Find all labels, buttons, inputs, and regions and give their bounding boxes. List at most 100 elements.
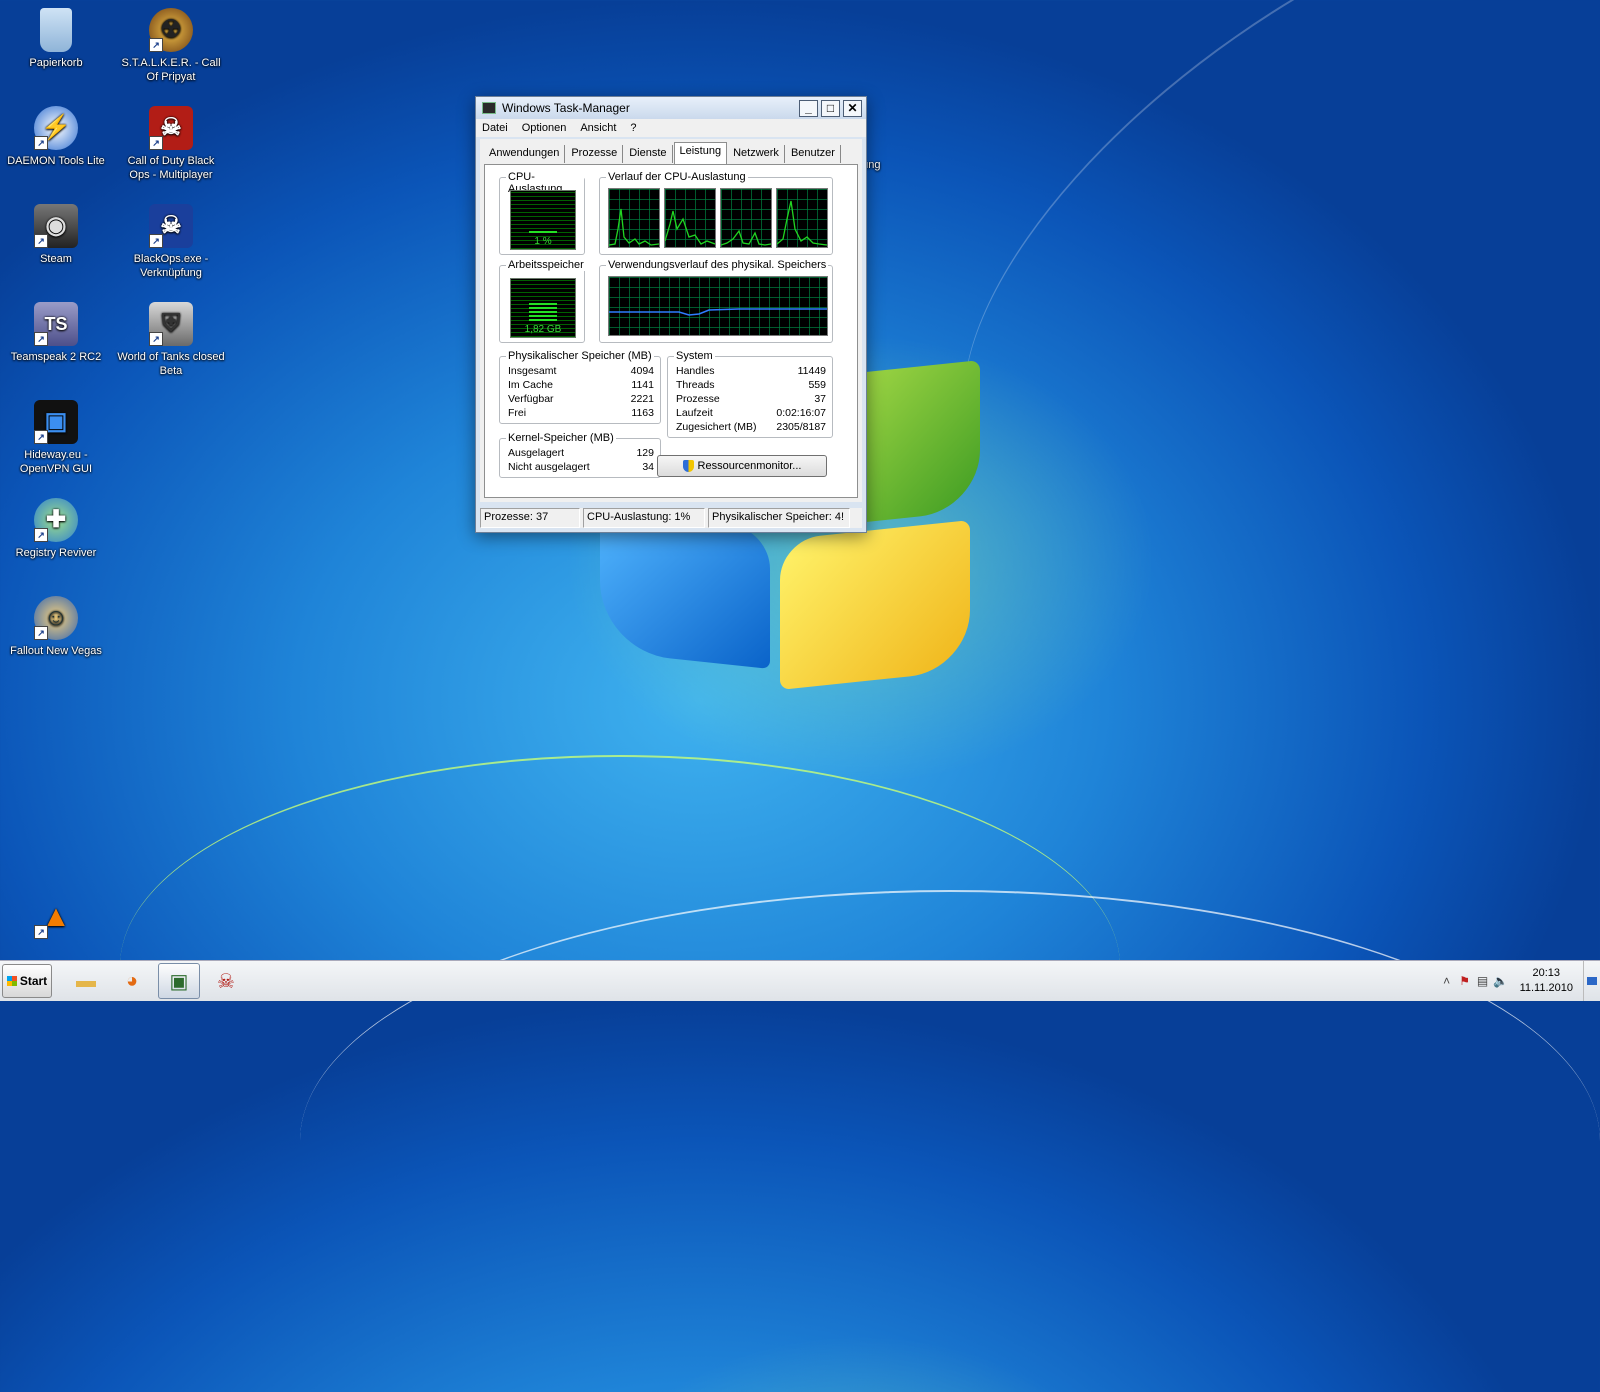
tab-strip: Anwendungen Prozesse Dienste Leistung Ne… xyxy=(484,142,842,165)
status-bar: Prozesse: 37 CPU-Auslastung: 1% Physikal… xyxy=(480,508,862,528)
stat-label: Frei xyxy=(508,407,527,419)
desktop-icon-registry-reviver[interactable]: ✚ ↗ Registry Reviver xyxy=(1,498,111,560)
taskbar-task-manager[interactable]: ▣ xyxy=(158,963,200,999)
action-center-icon[interactable]: ⚑ xyxy=(1456,974,1474,988)
desktop-icon-label: World of Tanks closed Beta xyxy=(117,351,225,377)
volume-icon[interactable]: 🔈 xyxy=(1492,974,1510,988)
resource-monitor-button[interactable]: Ressourcenmonitor... xyxy=(657,455,827,477)
group-label: System xyxy=(674,350,715,362)
memory-history-group: Verwendungsverlauf des physikal. Speiche… xyxy=(599,259,833,343)
stat-label: Verfügbar xyxy=(508,393,554,405)
memory-group: Arbeitsspeicher 1,82 GB xyxy=(499,259,586,343)
cod-skull-icon: ☠ ↗ xyxy=(149,204,193,248)
desktop-icon-fallout[interactable]: ☺ ↗ Fallout New Vegas xyxy=(1,596,111,658)
logo-pane-blue xyxy=(600,511,770,669)
stat-value: 1163 xyxy=(631,407,654,419)
desktop-icon-openvpn[interactable]: ▣ ↗ Hideway.eu - OpenVPN GUI xyxy=(1,400,111,476)
stat-label: Threads xyxy=(676,379,715,391)
tab-leistung[interactable]: Leistung xyxy=(673,142,728,165)
cpu-core-graph-4 xyxy=(776,188,828,248)
group-label: Verwendungsverlauf des physikal. Speiche… xyxy=(606,259,829,271)
minimize-button[interactable]: _ xyxy=(799,99,818,117)
stat-row: Handles 11449 xyxy=(676,365,826,379)
cpu-history-group: Verlauf der CPU-Auslastung xyxy=(599,171,833,255)
tab-dienste[interactable]: Dienste xyxy=(624,145,673,163)
menu-bar: Datei Optionen Ansicht ? xyxy=(476,119,866,137)
stat-row: Ausgelagert 129 xyxy=(508,447,654,461)
stat-label: Prozesse xyxy=(676,393,720,405)
desktop-icon-vlc[interactable]: ▲ ↗ xyxy=(1,895,111,943)
clock[interactable]: 20:13 11.11.2010 xyxy=(1520,966,1573,996)
tab-netzwerk[interactable]: Netzwerk xyxy=(728,145,785,163)
desktop-icon-cod-multiplayer[interactable]: ☠ ↗ Call of Duty Black Ops - Multiplayer xyxy=(116,106,226,182)
system-group: System Handles 11449 Threads 559 Prozesse 3… xyxy=(667,350,833,438)
menu-datei[interactable]: Datei xyxy=(482,122,508,134)
folder-icon: ▬ xyxy=(76,969,96,992)
desktop-icon-label: Fallout New Vegas xyxy=(10,645,102,657)
desktop-icon-recycle-bin[interactable]: Papierkorb xyxy=(1,8,111,70)
desktop-icon-teamspeak[interactable]: TS ↗ Teamspeak 2 RC2 xyxy=(1,302,111,364)
taskbar-black-ops[interactable]: ☠ xyxy=(206,964,246,998)
stat-value: 129 xyxy=(636,447,654,459)
desktop-icon-blackops[interactable]: ☠ ↗ BlackOps.exe - Verknüpfung xyxy=(116,204,226,280)
close-button[interactable]: ✕ xyxy=(843,99,862,117)
memory-meter-fill xyxy=(529,303,557,321)
stat-row: Im Cache 1141 xyxy=(508,379,654,393)
desktop-icon-label: Teamspeak 2 RC2 xyxy=(10,351,102,363)
cod-skull-icon: ☠ ↗ xyxy=(149,106,193,150)
recycle-bin-icon xyxy=(40,8,72,52)
tab-benutzer[interactable]: Benutzer xyxy=(786,145,841,163)
task-manager-body: Anwendungen Prozesse Dienste Leistung Ne… xyxy=(480,139,862,502)
taskbar-explorer[interactable]: ▬ xyxy=(66,964,106,998)
network-icon[interactable]: ▤ xyxy=(1474,974,1492,988)
title-bar[interactable]: Windows Task-Manager _ □ ✕ xyxy=(476,97,866,119)
steam-icon: ◉ ↗ xyxy=(34,204,78,248)
physical-memory-group: Physikalischer Speicher (MB) Insgesamt 40… xyxy=(499,350,661,424)
stat-label: Insgesamt xyxy=(508,365,557,377)
shortcut-arrow-icon: ↗ xyxy=(34,136,48,150)
desktop-icon-stalker[interactable]: ☢ ↗ S.T.A.L.K.E.R. - Call Of Pripyat xyxy=(116,8,226,84)
resource-monitor-label: Ressourcenmonitor... xyxy=(697,460,802,472)
shortcut-arrow-icon: ↗ xyxy=(34,234,48,248)
desktop-icon-label: BlackOps.exe - Verknüpfung xyxy=(133,253,209,279)
stat-row: Frei 1163 xyxy=(508,407,654,421)
stat-row: Verfügbar 2221 xyxy=(508,393,654,407)
show-desktop-button[interactable] xyxy=(1583,961,1600,1001)
menu-optionen[interactable]: Optionen xyxy=(522,122,567,134)
desktop-icon-world-of-tanks[interactable]: ⛨ ↗ World of Tanks closed Beta xyxy=(116,302,226,378)
uac-shield-icon xyxy=(682,460,694,472)
desktop-icon-label: Registry Reviver xyxy=(15,547,97,559)
desktop-icon-label: Hideway.eu - OpenVPN GUI xyxy=(19,449,93,475)
group-label: Kernel-Speicher (MB) xyxy=(506,432,616,444)
stat-label: Nicht ausgelagert xyxy=(508,461,590,473)
shortcut-arrow-icon: ↗ xyxy=(149,234,163,248)
cpu-meter: 1 % xyxy=(510,190,576,250)
stat-value: 11449 xyxy=(797,365,826,377)
memory-history-graph xyxy=(608,276,828,336)
cpu-meter-value: 1 % xyxy=(534,236,552,247)
stat-label: Ausgelagert xyxy=(508,447,565,459)
menu-help[interactable]: ? xyxy=(630,122,636,134)
shortcut-arrow-icon: ↗ xyxy=(149,136,163,150)
stat-label: Im Cache xyxy=(508,379,553,391)
start-label: Start xyxy=(19,974,48,988)
taskbar-firefox[interactable]: ◕ xyxy=(112,964,152,998)
firefox-icon: ◕ xyxy=(125,969,139,992)
stat-value: 37 xyxy=(814,393,826,405)
show-hidden-icons-icon[interactable]: ˄ xyxy=(1438,974,1456,988)
shortcut-arrow-icon: ↗ xyxy=(149,38,163,52)
maximize-button[interactable]: □ xyxy=(821,99,840,117)
start-button[interactable]: Start xyxy=(2,964,52,998)
cod-skull-icon: ☠ xyxy=(217,970,235,993)
desktop-icon-daemon-tools[interactable]: ⚡ ↗ DAEMON Tools Lite xyxy=(1,106,111,168)
windows-flag-icon xyxy=(6,976,17,986)
menu-ansicht[interactable]: Ansicht xyxy=(580,122,616,134)
cpu-meter-fill xyxy=(529,231,557,233)
tab-prozesse[interactable]: Prozesse xyxy=(566,145,624,163)
group-label: Arbeitsspeicher xyxy=(506,259,586,271)
stat-value: 0:02:16:07 xyxy=(776,407,826,419)
desktop-icon-steam[interactable]: ◉ ↗ Steam xyxy=(1,204,111,266)
tab-anwendungen[interactable]: Anwendungen xyxy=(484,145,566,163)
stat-row: Threads 559 xyxy=(676,379,826,393)
stat-value: 34 xyxy=(642,461,654,473)
